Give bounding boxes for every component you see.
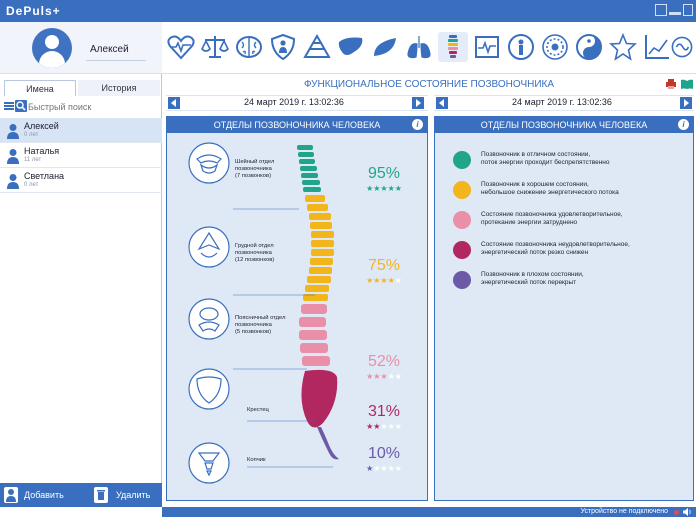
legend-dot [453, 241, 471, 259]
title-bar: DePuls+ [0, 0, 696, 22]
prev-date-right-icon[interactable] [436, 97, 448, 109]
tab-history[interactable]: История [78, 80, 160, 96]
next-date-right-icon[interactable] [680, 97, 692, 109]
spine-module-tab[interactable] [438, 32, 468, 62]
sidebar-tabs: Имена История [0, 80, 162, 96]
legend-text-2: небольшое снижение энергетического поток… [481, 189, 619, 196]
date-left: 24 март 2019 г. 13:02:36 [244, 97, 344, 107]
date-right: 24 март 2019 г. 13:02:36 [512, 97, 612, 107]
delete-user-button[interactable]: Удалить [94, 487, 158, 503]
minimize-icon[interactable] [669, 12, 681, 15]
print-icon[interactable] [664, 78, 678, 90]
pyramid-icon[interactable] [302, 32, 332, 62]
book-icon[interactable] [680, 78, 694, 90]
tab-names[interactable]: Имена [4, 80, 76, 96]
date-bar-left: 24 март 2019 г. 13:02:36 [166, 95, 428, 111]
user-icon [7, 124, 19, 139]
search-bar [0, 98, 162, 116]
add-user-icon [4, 487, 18, 503]
brain-icon[interactable] [234, 32, 264, 62]
shield-person-icon[interactable] [268, 32, 298, 62]
status-bar: Устройство не подключено [162, 507, 696, 517]
legend-text-2: поток энергии проходит беспрепятственно [481, 159, 610, 166]
info-icon[interactable]: i [678, 119, 689, 130]
list-item[interactable]: Наталья 11 лет [0, 143, 162, 168]
status-indicator-icon [674, 510, 679, 515]
user-list: Алексей 0 лет Наталья 11 лет Светлана 0 … [0, 118, 162, 193]
mandala-icon[interactable] [540, 32, 570, 62]
list-item[interactable]: Алексей 0 лет [0, 118, 162, 143]
chart-icon[interactable] [642, 32, 672, 62]
add-user-button[interactable]: Добавить [4, 487, 74, 503]
leader-lines [233, 208, 333, 468]
user-name: Светлана [24, 171, 65, 181]
legend-text-2: энергетический поток перекрыт [481, 279, 577, 286]
user-age: 11 лет [24, 157, 42, 163]
legend-dot [453, 211, 471, 229]
maximize-icon[interactable] [683, 4, 693, 16]
search-icon[interactable] [15, 100, 27, 112]
sidebar: Алексей Имена История Алексей 0 лет Ната… [0, 22, 162, 507]
liver-icon[interactable] [336, 32, 366, 62]
date-bar-right: 24 март 2019 г. 13:02:36 [434, 95, 694, 111]
panel-title-right: ОТДЕЛЫ ПОЗВОНОЧНИКА ЧЕЛОВЕКА [435, 117, 693, 133]
profile-divider [86, 60, 146, 61]
loop-icon[interactable] [670, 32, 694, 62]
legend-text-2: энергетический поток резко снижен [481, 249, 589, 256]
lungs-icon[interactable] [404, 32, 434, 62]
prev-date-left-icon[interactable] [168, 97, 180, 109]
user-icon [7, 174, 19, 189]
speaker-icon[interactable] [683, 508, 692, 516]
legend-text-1: Позвоночник в отличном состоянии, [481, 151, 591, 158]
app-logo: DePuls+ [6, 4, 61, 18]
legend-text-1: Позвоночник в плохом состоянии, [481, 271, 584, 278]
legend-panel: ОТДЕЛЫ ПОЗВОНОЧНИКА ЧЕЛОВЕКА i Позвоночн… [434, 116, 694, 501]
legend-text-2: протекание энергии затруднено [481, 219, 578, 226]
profile-header: Алексей [0, 22, 162, 74]
scales-icon[interactable] [200, 32, 230, 62]
search-input[interactable] [28, 100, 158, 114]
user-name: Наталья [24, 146, 60, 156]
list-item[interactable]: Светлана 0 лет [0, 168, 162, 193]
legend-text-1: Позвоночник в хорошем состоянии, [481, 181, 589, 188]
delete-user-label: Удалить [116, 490, 151, 500]
status-text: Устройство не подключено [580, 508, 668, 515]
paw-icon[interactable] [370, 32, 400, 62]
person-circle-icon[interactable] [506, 32, 536, 62]
sidebar-bottom-bar: Добавить Удалить [0, 483, 162, 507]
spine-icon [448, 35, 458, 58]
spine-sections-panel: ОТДЕЛЫ ПОЗВОНОЧНИКА ЧЕЛОВЕКА i Шейный от… [166, 116, 428, 501]
list-menu-icon[interactable] [4, 101, 14, 111]
legend-text-1: Состояние позвоночника неудовлетворитель… [481, 241, 630, 248]
user-age: 0 лет [24, 182, 39, 188]
ecg-icon[interactable] [472, 32, 502, 62]
module-toolbar [162, 22, 696, 74]
user-name: Алексей [24, 121, 59, 131]
legend-dot [453, 151, 471, 169]
legend-text-1: Состояние позвоночника удовлетворительно… [481, 211, 623, 218]
avatar[interactable] [32, 28, 72, 68]
page-title: ФУНКЦИОНАЛЬНОЕ СОСТОЯНИЕ ПОЗВОНОЧНИКА [303, 79, 555, 90]
user-age: 0 лет [24, 132, 39, 138]
user-icon [7, 149, 19, 164]
star-icon[interactable] [608, 32, 638, 62]
heart-pulse-icon[interactable] [166, 32, 196, 62]
settings-window-icon[interactable] [655, 4, 667, 16]
legend-dot [453, 181, 471, 199]
yin-yang-icon[interactable] [574, 32, 604, 62]
profile-name: Алексей [90, 44, 129, 55]
trash-icon [94, 487, 108, 503]
add-user-label: Добавить [24, 490, 64, 500]
legend-dot [453, 271, 471, 289]
next-date-left-icon[interactable] [412, 97, 424, 109]
